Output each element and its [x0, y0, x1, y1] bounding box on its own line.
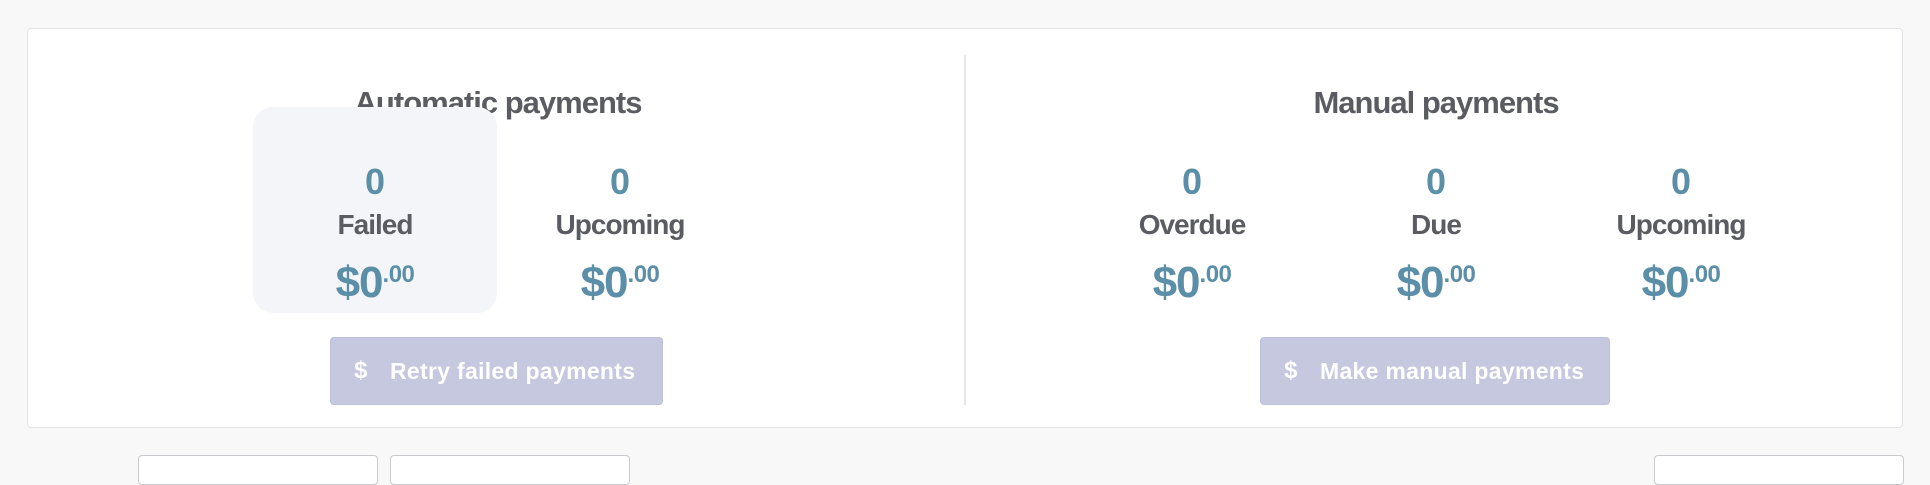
make-manual-payments-button[interactable]: $ Make manual payments: [1260, 337, 1610, 405]
bottom-tab-1[interactable]: [138, 455, 378, 485]
overdue-label: Overdue: [1138, 209, 1247, 240]
bottom-right-control[interactable]: [1654, 455, 1904, 485]
failed-count: 0: [364, 161, 386, 202]
failed-amount-main: $0: [335, 258, 384, 307]
dollar-icon: $: [1284, 357, 1298, 384]
failed-amount-cents: .00: [382, 261, 415, 288]
automatic-upcoming-amount-main: $0: [580, 258, 629, 307]
dollar-icon: $: [354, 357, 368, 384]
overdue-count: 0: [1181, 161, 1203, 202]
due-amount-main: $0: [1396, 258, 1445, 307]
manual-upcoming-label: Upcoming: [1616, 209, 1747, 240]
automatic-upcoming-amount: $0.00: [498, 252, 742, 316]
due-amount-cents: .00: [1443, 261, 1476, 288]
automatic-upcoming-label: Upcoming: [555, 209, 686, 240]
overdue-amount-cents: .00: [1199, 261, 1232, 288]
retry-failed-payments-button[interactable]: $ Retry failed payments: [330, 337, 663, 405]
bottom-tab-2[interactable]: [390, 455, 630, 485]
due-payments-stat[interactable]: 0 Due $0.00: [1314, 107, 1558, 313]
manual-upcoming-stat[interactable]: 0 Upcoming $0.00: [1559, 107, 1803, 313]
failed-label: Failed: [337, 209, 414, 240]
automatic-upcoming-stat[interactable]: 0 Upcoming $0.00: [498, 107, 742, 313]
retry-failed-payments-label: Retry failed payments: [390, 357, 636, 384]
manual-upcoming-amount-cents: .00: [1688, 261, 1721, 288]
manual-upcoming-amount: $0.00: [1559, 252, 1803, 316]
failed-amount: $0.00: [253, 252, 497, 316]
overdue-amount: $0.00: [1070, 252, 1314, 316]
payments-summary-panel: Automatic payments 0 Failed $0.00 0 Upco…: [27, 28, 1903, 428]
due-label: Due: [1411, 209, 1462, 240]
overdue-amount-main: $0: [1152, 258, 1201, 307]
due-amount: $0.00: [1314, 252, 1558, 316]
automatic-upcoming-count: 0: [609, 161, 631, 202]
make-manual-payments-label: Make manual payments: [1320, 357, 1585, 384]
manual-upcoming-count: 0: [1670, 161, 1692, 202]
section-divider: [964, 55, 966, 405]
manual-upcoming-amount-main: $0: [1641, 258, 1690, 307]
failed-payments-stat[interactable]: 0 Failed $0.00: [253, 107, 497, 313]
overdue-payments-stat[interactable]: 0 Overdue $0.00: [1070, 107, 1314, 313]
automatic-upcoming-amount-cents: .00: [627, 261, 660, 288]
due-count: 0: [1425, 161, 1447, 202]
